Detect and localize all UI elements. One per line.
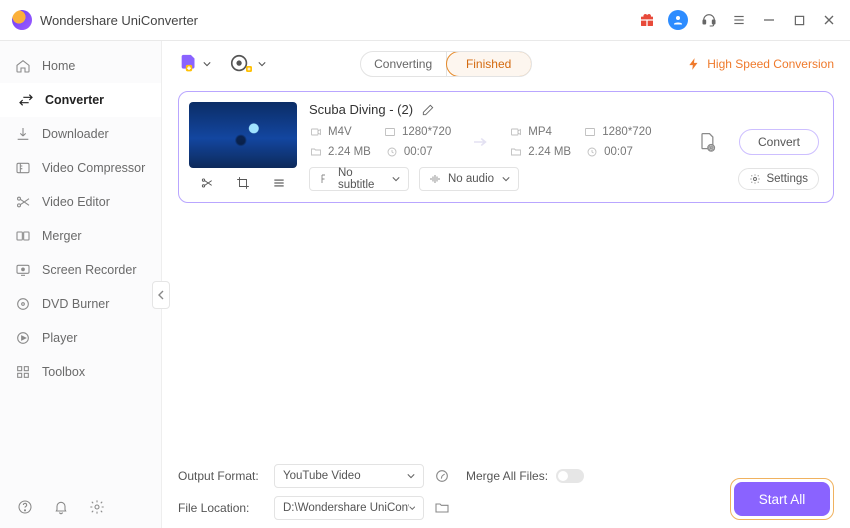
audio-select[interactable]: No audio: [419, 167, 519, 191]
chevron-down-icon: [407, 472, 415, 480]
high-speed-conversion-link[interactable]: High Speed Conversion: [687, 57, 834, 71]
play-icon: [14, 329, 32, 347]
sidebar-item-label: Merger: [42, 229, 82, 243]
start-all-wrapper: Start All: [730, 478, 834, 520]
trim-icon[interactable]: [194, 174, 220, 192]
sidebar-item-label: Downloader: [42, 127, 109, 141]
file-title: Scuba Diving - (2): [309, 102, 413, 117]
collapse-sidebar-button[interactable]: [152, 281, 170, 309]
resolution-icon: [583, 125, 597, 139]
disc-icon: [14, 295, 32, 313]
tabs: Converting Finished: [360, 51, 532, 77]
video-thumbnail[interactable]: [189, 102, 297, 168]
grid-icon: [14, 363, 32, 381]
more-icon[interactable]: [266, 174, 292, 192]
output-format-select[interactable]: YouTube Video: [274, 464, 424, 488]
file-location-select[interactable]: D:\Wondershare UniConverter: [274, 496, 424, 520]
source-meta: M4V 1280*720 2.24 MB 00:07: [309, 125, 451, 159]
subtitle-select[interactable]: No subtitle: [309, 167, 409, 191]
audio-icon: [428, 172, 442, 186]
video-icon: [509, 125, 523, 139]
sidebar-item-label: Home: [42, 59, 75, 73]
compressor-icon: [14, 159, 32, 177]
sidebar-item-recorder[interactable]: Screen Recorder: [0, 253, 161, 287]
support-icon[interactable]: [700, 11, 718, 29]
sidebar-item-dvd[interactable]: DVD Burner: [0, 287, 161, 321]
sidebar-item-player[interactable]: Player: [0, 321, 161, 355]
add-file-button[interactable]: [178, 53, 211, 75]
app-title: Wondershare UniConverter: [40, 13, 198, 28]
scissors-icon: [14, 193, 32, 211]
sidebar-item-label: Video Compressor: [42, 161, 145, 175]
output-format-label: Output Format:: [178, 469, 264, 483]
folder-icon: [509, 145, 523, 159]
title-bar: Wondershare UniConverter: [0, 0, 850, 40]
sidebar-item-downloader[interactable]: Downloader: [0, 117, 161, 151]
tab-converting[interactable]: Converting: [361, 52, 447, 76]
maximize-button[interactable]: [790, 11, 808, 29]
lightning-icon: [687, 57, 701, 71]
sidebar-item-label: Converter: [45, 93, 104, 107]
open-folder-icon[interactable]: [434, 500, 452, 516]
app-logo: [12, 10, 32, 30]
download-icon: [14, 125, 32, 143]
gear-icon: [749, 173, 761, 185]
convert-button[interactable]: Convert: [739, 129, 819, 155]
merge-label: Merge All Files:: [466, 469, 548, 483]
tab-finished[interactable]: Finished: [446, 51, 532, 77]
user-avatar-icon[interactable]: [668, 10, 688, 30]
sidebar-item-editor[interactable]: Video Editor: [0, 185, 161, 219]
sidebar-item-home[interactable]: Home: [0, 49, 161, 83]
home-icon: [14, 57, 32, 75]
subtitle-icon: [318, 172, 332, 186]
add-disc-button[interactable]: [229, 53, 266, 75]
folder-icon: [309, 145, 323, 159]
gpu-accel-icon[interactable]: [434, 468, 450, 484]
sidebar-item-toolbox[interactable]: Toolbox: [0, 355, 161, 389]
help-icon[interactable]: [16, 498, 34, 516]
output-settings-icon[interactable]: [697, 131, 717, 153]
tab-label: Converting: [374, 57, 432, 71]
sidebar-item-label: Toolbox: [42, 365, 85, 379]
gift-icon[interactable]: [638, 11, 656, 29]
clock-icon: [385, 145, 399, 159]
close-button[interactable]: [820, 11, 838, 29]
file-card: Scuba Diving - (2) M4V 1280*720 2.24 MB …: [178, 91, 834, 203]
sidebar-item-label: DVD Burner: [42, 297, 109, 311]
arrow-right-icon: [469, 133, 491, 151]
merger-icon: [14, 227, 32, 245]
sidebar: Home Converter Downloader Video Compress…: [0, 41, 162, 528]
recorder-icon: [14, 261, 32, 279]
video-icon: [309, 125, 323, 139]
sidebar-item-label: Player: [42, 331, 77, 345]
bell-icon[interactable]: [52, 498, 70, 516]
chevron-down-icon: [392, 175, 400, 183]
target-meta: MP4 1280*720 2.24 MB 00:07: [509, 125, 651, 159]
tab-label: Finished: [466, 57, 511, 71]
settings-icon[interactable]: [88, 498, 106, 516]
clock-icon: [585, 145, 599, 159]
menu-icon[interactable]: [730, 11, 748, 29]
sidebar-item-label: Video Editor: [42, 195, 110, 209]
chevron-down-icon: [409, 504, 416, 512]
footer-bar: Output Format: YouTube Video Merge All F…: [178, 457, 834, 520]
converter-icon: [17, 91, 35, 109]
main-panel: Converting Finished High Speed Conversio…: [162, 41, 850, 528]
sidebar-item-label: Screen Recorder: [42, 263, 137, 277]
file-location-label: File Location:: [178, 501, 264, 515]
crop-icon[interactable]: [230, 174, 256, 192]
edit-title-icon[interactable]: [421, 103, 435, 117]
minimize-button[interactable]: [760, 11, 778, 29]
sidebar-item-merger[interactable]: Merger: [0, 219, 161, 253]
merge-toggle[interactable]: [556, 469, 584, 483]
sidebar-item-converter[interactable]: Converter: [0, 83, 161, 117]
start-all-button[interactable]: Start All: [734, 482, 830, 516]
file-settings-button[interactable]: Settings: [738, 168, 819, 190]
chevron-down-icon: [502, 175, 510, 183]
hsc-label: High Speed Conversion: [707, 57, 834, 71]
resolution-icon: [383, 125, 397, 139]
sidebar-item-compressor[interactable]: Video Compressor: [0, 151, 161, 185]
